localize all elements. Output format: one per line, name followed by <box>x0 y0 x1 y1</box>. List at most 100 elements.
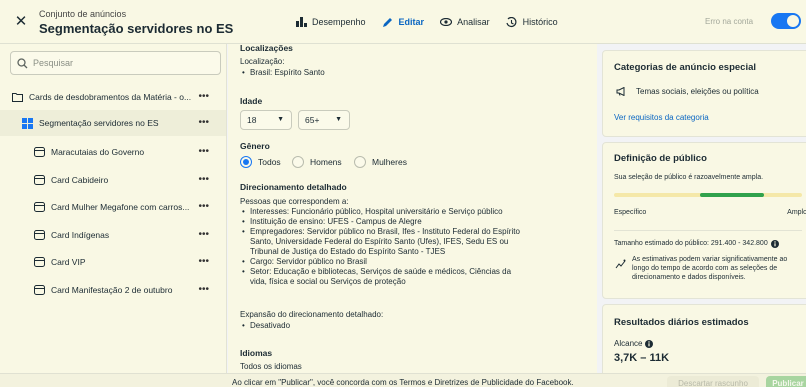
grid-icon <box>22 117 33 129</box>
tab-analisar[interactable]: Analisar <box>432 13 498 31</box>
gender-option-label: Homens <box>310 157 342 167</box>
reach-label-row: Alcance <box>614 339 654 348</box>
tab-label: Analisar <box>457 17 490 27</box>
sidebar-item-campaign[interactable]: Cards de desdobramentos da Matéria - o..… <box>0 84 226 110</box>
age-title: Idade <box>240 96 263 106</box>
special-category-card: Categorias de anúncio especial Temas soc… <box>602 50 806 137</box>
detailed-targeting-title: Direcionamento detalhado <box>240 182 347 192</box>
sidebar: Pesquisar Cards de desdobramentos da Mat… <box>0 44 227 387</box>
more-options-icon[interactable]: ••• <box>198 92 209 102</box>
location-list: Brasil: Espírito Santo <box>240 68 325 78</box>
top-bar: ✕ Conjunto de anúncios Segmentação servi… <box>0 0 806 44</box>
eye-icon <box>440 16 453 28</box>
sidebar-item-label: Segmentação servidores no ES <box>39 118 159 128</box>
chevron-down-icon: ▼ <box>335 116 342 123</box>
audience-size: Tamanho estimado do público: 291.400 - 3… <box>614 240 768 247</box>
targeting-item-continuation: Santo, Universidade Federal do Espírito … <box>250 237 509 246</box>
publish-button[interactable]: Publicar <box>766 376 806 387</box>
locations-title: Localizações <box>240 44 293 53</box>
gender-option-label: Mulheres <box>372 157 407 167</box>
pencil-icon <box>382 16 394 28</box>
age-max-value: 65+ <box>305 115 320 125</box>
special-category-label: Temas sociais, eleições ou política <box>636 87 759 96</box>
radio-button <box>292 156 304 168</box>
radio-button <box>354 156 366 168</box>
audience-note: As estimativas podem variar significativ… <box>632 255 804 282</box>
expansion-label: Expansão do direcionamento detalhado: <box>240 310 384 319</box>
more-options-icon[interactable]: ••• <box>198 147 209 157</box>
audience-definition-card: Definição de público Sua seleção de públ… <box>602 142 806 299</box>
age-max-select[interactable]: 65+ ▼ <box>298 110 350 130</box>
gender-radio-all[interactable]: Todos <box>240 156 281 168</box>
detailed-targeting-list: Interesses: Funcionário público, Hospita… <box>240 207 592 287</box>
sidebar-item-label: Card VIP <box>51 257 86 267</box>
page-subtitle: Conjunto de anúncios <box>39 9 127 19</box>
sidebar-item-ad[interactable]: Card Manifestação 2 de outubro ••• <box>0 277 226 303</box>
special-category-title: Categorias de anúncio especial <box>614 62 757 73</box>
page-title: Segmentação servidores no ES <box>39 21 234 36</box>
search-placeholder: Pesquisar <box>33 58 74 68</box>
sidebar-item-ad[interactable]: Maracutaias do Governo ••• <box>0 139 226 165</box>
tab-label: Desempenho <box>312 17 366 27</box>
audience-size-row: Tamanho estimado do público: 291.400 - 3… <box>614 239 779 248</box>
category-requirements-link[interactable]: Ver requisitos da categoria <box>614 113 709 122</box>
audience-editor: Localizações Localização: Brasil: Espíri… <box>228 44 597 387</box>
info-icon[interactable] <box>645 339 654 348</box>
sidebar-item-ad[interactable]: Card Mulher Megafone com carros... ••• <box>0 194 226 220</box>
gender-title: Gênero <box>240 141 270 151</box>
languages-value: Todos os idiomas <box>240 362 302 371</box>
tab-editar[interactable]: Editar <box>374 13 433 31</box>
audience-note-line: direcionamento e dados disponíveis. <box>632 274 746 281</box>
account-error-label: Erro na conta <box>705 17 754 26</box>
ad-card-icon <box>34 201 45 213</box>
audience-definition-title: Definição de público <box>614 153 707 164</box>
tab-historico[interactable]: Histórico <box>498 13 566 31</box>
title-block: Conjunto de anúncios Segmentação servido… <box>39 9 233 37</box>
gender-radio-men[interactable]: Homens <box>292 156 342 168</box>
targeting-item: Interesses: Funcionário público, Hospita… <box>240 207 592 217</box>
tab-desempenho[interactable]: Desempenho <box>287 13 374 31</box>
sidebar-item-label: Cards de desdobramentos da Matéria - o..… <box>29 92 192 102</box>
meter-left-label: Específico <box>614 209 647 216</box>
tab-bar: Desempenho Editar Analisar Histórico <box>287 13 566 31</box>
special-category-item: Temas sociais, eleições ou política <box>616 87 759 96</box>
bar-chart-icon <box>295 16 307 28</box>
sidebar-item-label: Card Indígenas <box>51 230 110 240</box>
more-options-icon[interactable]: ••• <box>198 230 209 240</box>
age-min-select[interactable]: 18 ▼ <box>240 110 292 130</box>
close-icon[interactable]: ✕ <box>14 14 28 29</box>
estimate-icon <box>615 259 626 271</box>
search-input[interactable]: Pesquisar <box>10 51 221 75</box>
age-min-value: 18 <box>247 115 257 125</box>
ad-set-toggle[interactable] <box>771 13 801 29</box>
audience-description: Sua seleção de público é razoavelmente a… <box>614 174 764 181</box>
sidebar-item-label: Card Manifestação 2 de outubro <box>51 285 173 295</box>
targeting-item: Instituição de ensino: UFES - Campus de … <box>240 217 592 227</box>
more-options-icon[interactable]: ••• <box>198 175 209 185</box>
audience-note-line: As estimativas podem variar significativ… <box>632 256 788 263</box>
gender-radio-women[interactable]: Mulheres <box>354 156 407 168</box>
ad-card-icon <box>34 256 45 268</box>
more-options-icon[interactable]: ••• <box>198 285 209 295</box>
sidebar-item-ad[interactable]: Card VIP ••• <box>0 249 226 275</box>
megaphone-icon <box>616 87 627 96</box>
more-options-icon[interactable]: ••• <box>198 118 209 128</box>
bottom-bar: Ao clicar em "Publicar", você concorda c… <box>0 373 806 387</box>
sidebar-item-ad[interactable]: Card Indígenas ••• <box>0 222 226 248</box>
sidebar-item-adset[interactable]: Segmentação servidores no ES ••• <box>0 110 226 136</box>
sidebar-item-label: Maracutaias do Governo <box>51 147 145 157</box>
daily-results-title: Resultados diários estimados <box>614 317 749 328</box>
more-options-icon[interactable]: ••• <box>198 257 209 267</box>
more-options-icon[interactable]: ••• <box>198 202 209 212</box>
expansion-value: Desativado <box>240 321 290 331</box>
targeting-item-continuation: Tribunal de Justiça do Estado do Espírit… <box>250 247 446 256</box>
info-icon[interactable] <box>770 239 779 248</box>
discard-draft-button[interactable]: Descartar rascunho <box>667 376 759 387</box>
languages-title: Idiomas <box>240 348 273 358</box>
targeting-item: Empregadores: Servidor público no Brasil… <box>240 227 592 237</box>
sidebar-item-ad[interactable]: Card Cabideiro ••• <box>0 167 226 193</box>
ad-card-icon <box>34 229 45 241</box>
targeting-item: Setor: Educação e bibliotecas, Serviços … <box>240 267 592 277</box>
reach-value: 3,7K – 11K <box>614 352 670 364</box>
reach-label: Alcance <box>614 339 643 348</box>
